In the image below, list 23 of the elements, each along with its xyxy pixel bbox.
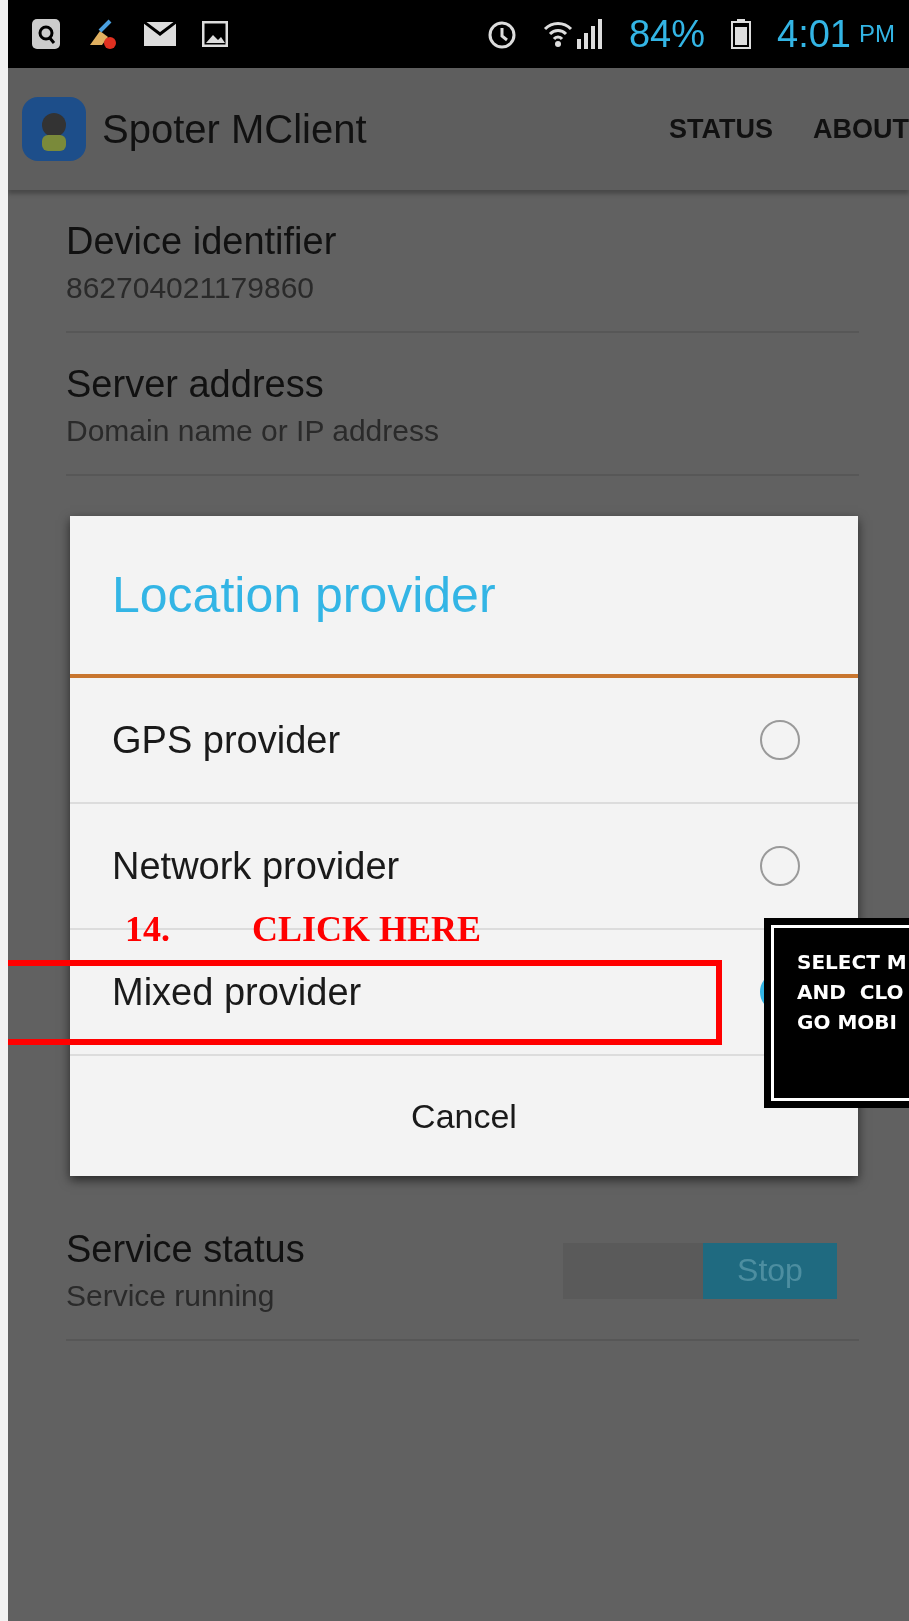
- provider-option[interactable]: GPS provider: [70, 678, 858, 804]
- setting-summary: Service running: [66, 1279, 276, 1313]
- q-app-icon: [32, 19, 60, 49]
- setting-title: Device identifier: [66, 220, 338, 263]
- radio-button[interactable]: [760, 720, 800, 760]
- callout-text: SELECT M: [797, 949, 908, 976]
- setting-summary: 862704021179860: [66, 271, 316, 305]
- battery-percent: 84%: [628, 12, 706, 56]
- wifi-icon: [542, 19, 573, 49]
- signal-icon: [576, 19, 603, 49]
- dialog-title: Location provider: [70, 516, 858, 678]
- clock-meridiem: PM: [859, 20, 895, 48]
- battery-icon: [731, 19, 752, 49]
- callout-text: AND CLO: [797, 979, 905, 1006]
- app-title: Spoter MClient: [102, 106, 367, 152]
- setting-title: Server address: [66, 363, 325, 406]
- image-icon: [202, 21, 228, 47]
- setting-title: Service status: [66, 1228, 306, 1271]
- clock-time: 4:01: [777, 12, 851, 56]
- callout-text: GO MOBI: [797, 1009, 898, 1036]
- app-logo-icon: [22, 97, 86, 161]
- mail-icon: [144, 22, 176, 46]
- radio-button[interactable]: [760, 846, 800, 886]
